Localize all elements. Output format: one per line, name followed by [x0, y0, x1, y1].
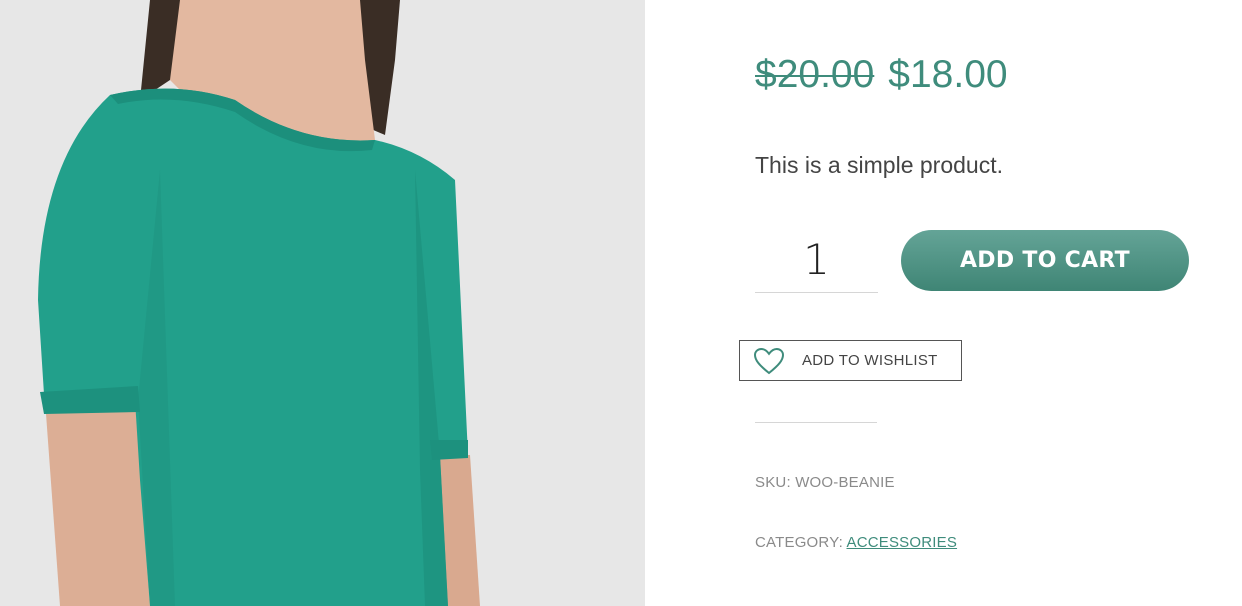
- sale-price: $18.00: [888, 53, 1008, 96]
- price: $20.00 $18.00: [755, 50, 1008, 100]
- product-image[interactable]: [0, 0, 645, 606]
- regular-price: $20.00: [755, 53, 875, 96]
- heart-icon: [752, 347, 786, 375]
- product-photo: [0, 0, 645, 606]
- short-description: This is a simple product.: [755, 152, 1003, 178]
- sku-value: WOO-BEANIE: [795, 474, 895, 491]
- add-to-cart-button[interactable]: ADD TO CART: [901, 230, 1189, 291]
- product-summary: $20.00 $18.00 This is a simple product. A…: [739, 0, 1225, 606]
- sku-label: SKU:: [755, 474, 791, 491]
- category-link-accessories[interactable]: ACCESSORIES: [846, 534, 957, 551]
- product-category: CATEGORY: ACCESSORIES: [755, 534, 957, 551]
- category-label: CATEGORY:: [755, 534, 843, 551]
- quantity-input[interactable]: [755, 226, 878, 293]
- product-sku: SKU: WOO-BEANIE: [755, 474, 895, 491]
- meta-divider: [755, 422, 877, 423]
- add-to-wishlist-button[interactable]: ADD TO WISHLIST: [739, 340, 962, 381]
- wishlist-label: ADD TO WISHLIST: [802, 352, 938, 369]
- product-page: $20.00 $18.00 This is a simple product. A…: [0, 0, 1242, 606]
